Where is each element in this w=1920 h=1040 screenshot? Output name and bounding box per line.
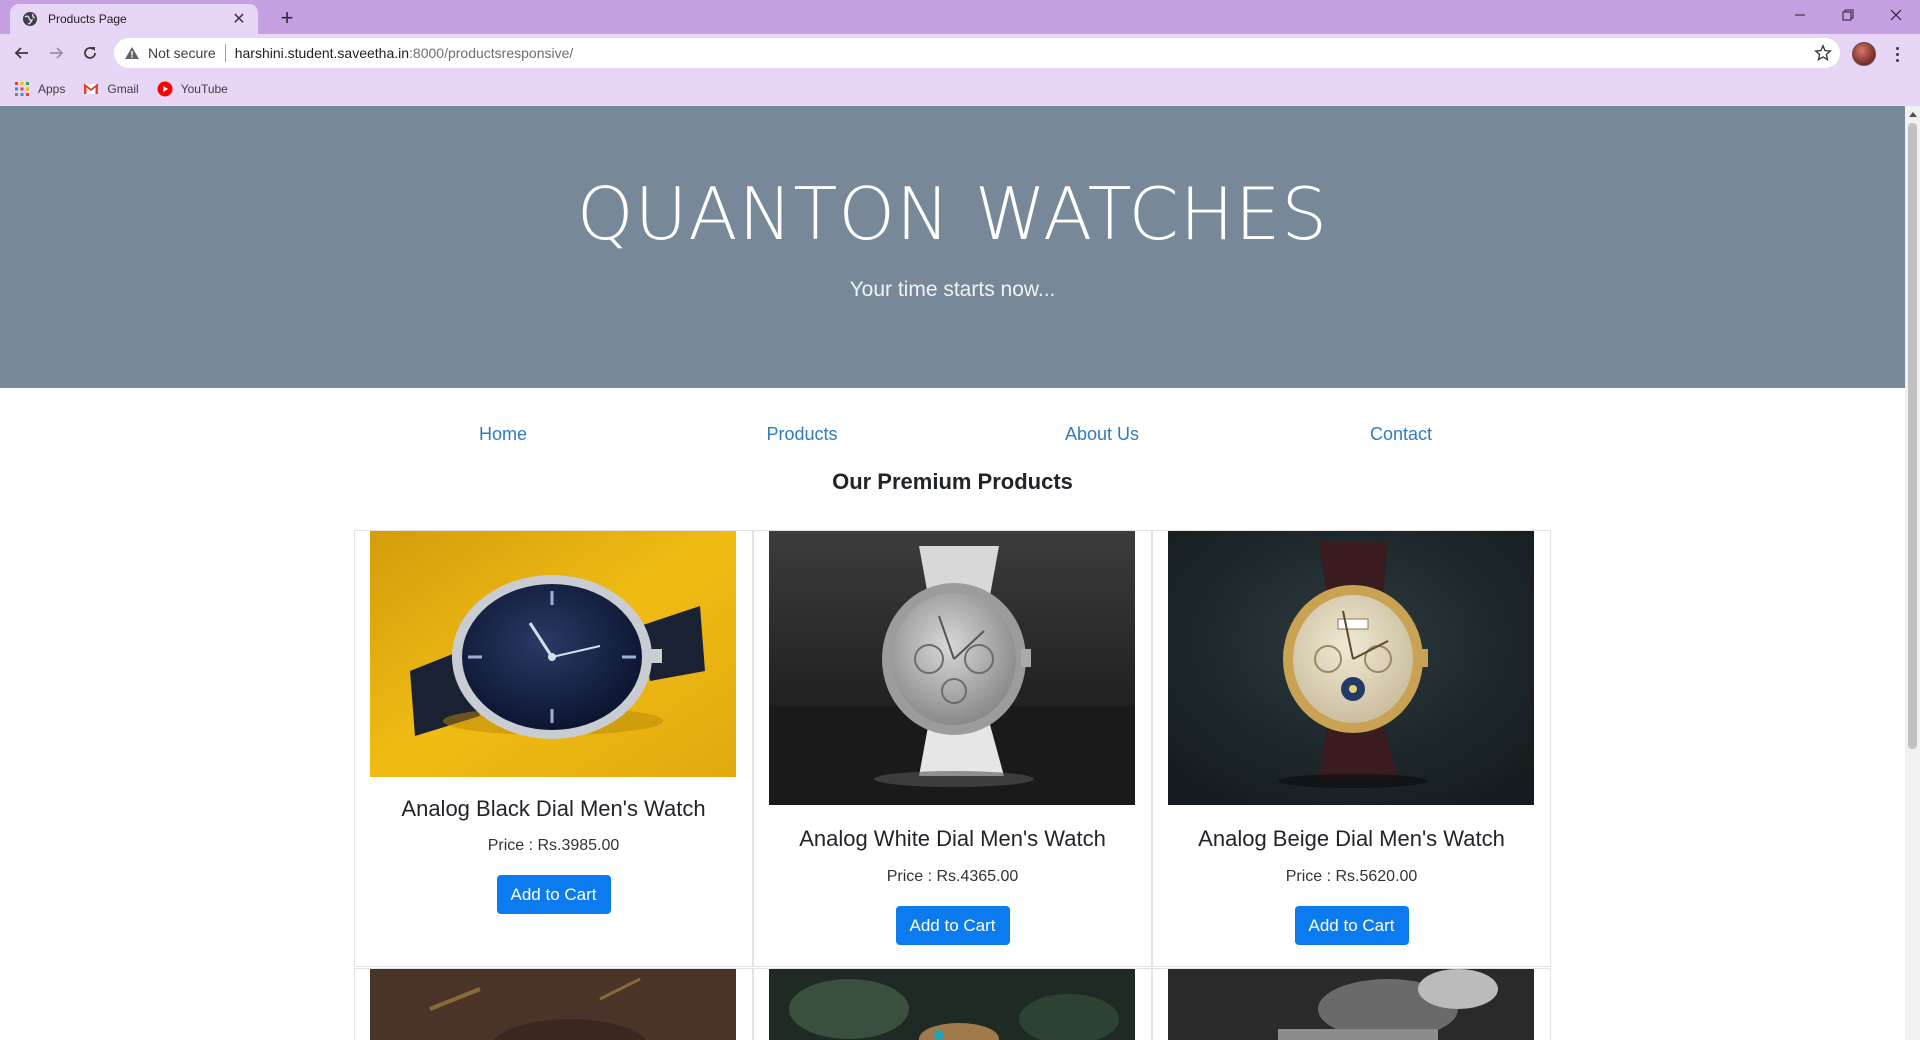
product-image (769, 969, 1135, 1040)
url-path: :8000/productsresponsive/ (409, 45, 574, 61)
bookmark-label: Gmail (107, 82, 139, 96)
add-to-cart-button[interactable]: Add to Cart (1294, 906, 1409, 945)
globe-icon (22, 11, 38, 27)
restore-button[interactable] (1824, 0, 1872, 30)
bookmark-label: YouTube (180, 82, 228, 96)
profile-avatar[interactable] (1852, 42, 1876, 66)
main-nav: Home Products About Us Contact (0, 424, 1905, 454)
product-card: Analog Beige Dial Men's Watch Price : Rs… (1152, 530, 1551, 967)
security-label[interactable]: Not secure (148, 45, 216, 61)
product-name: Analog White Dial Men's Watch (799, 826, 1106, 851)
product-name: Analog Black Dial Men's Watch (401, 796, 706, 821)
product-price: Price : Rs.4365.00 (886, 868, 1019, 885)
nav-link-contact[interactable]: Contact (1251, 424, 1551, 445)
product-name: Analog Beige Dial Men's Watch (1198, 826, 1505, 851)
product-image (1168, 969, 1534, 1040)
minimize-button[interactable] (1776, 0, 1824, 30)
product-card (753, 968, 1152, 1040)
product-image-beige-dial (1168, 531, 1534, 805)
browser-tab[interactable]: Products Page ✕ (10, 4, 258, 34)
page-scrollbar[interactable] (1905, 106, 1920, 1040)
close-window-button[interactable] (1872, 0, 1920, 30)
site-tagline: Your time starts now... (849, 278, 1056, 301)
product-card (354, 968, 753, 1040)
window-controls (1776, 0, 1920, 30)
nav-link-products[interactable]: Products (652, 424, 952, 445)
bookmark-star-icon[interactable] (1814, 44, 1832, 62)
tab-title: Products Page (48, 12, 127, 26)
site-title: QUANTON WATCHES (576, 172, 1329, 256)
scrollbar-thumb[interactable] (1908, 123, 1917, 749)
browser-tabstrip: Products Page ✕ + (0, 0, 1920, 34)
browser-toolbar: Not secure harshini.student.saveetha.in … (0, 34, 1920, 72)
bookmark-youtube[interactable]: YouTube (157, 81, 228, 97)
product-price: Price : Rs.5620.00 (1285, 868, 1418, 885)
gmail-icon (83, 81, 99, 97)
bookmarks-bar: Apps Gmail YouTube (0, 72, 1920, 106)
product-image (370, 969, 736, 1040)
hero-banner: QUANTON WATCHES Your time starts now... (0, 106, 1905, 388)
new-tab-button[interactable]: + (273, 4, 301, 32)
product-card (1152, 968, 1551, 1040)
product-card: Analog White Dial Men's Watch Price : Rs… (753, 530, 1152, 967)
bookmark-gmail[interactable]: Gmail (83, 81, 139, 97)
nav-link-about-us[interactable]: About Us (952, 424, 1252, 445)
product-image-black-dial (370, 531, 736, 777)
address-separator (224, 44, 226, 62)
product-image-white-dial (769, 531, 1135, 805)
section-title: Our Premium Products (832, 469, 1073, 494)
add-to-cart-button[interactable]: Add to Cart (496, 875, 611, 914)
page-viewport: QUANTON WATCHES Your time starts now... … (0, 106, 1905, 1040)
address-bar[interactable]: Not secure harshini.student.saveetha.in … (114, 38, 1840, 68)
nav-link-home[interactable]: Home (353, 424, 653, 445)
warning-icon[interactable] (124, 45, 140, 61)
bookmark-apps[interactable]: Apps (14, 81, 65, 97)
youtube-icon (157, 81, 173, 97)
back-arrow-icon[interactable] (8, 39, 36, 67)
bookmark-label: Apps (38, 82, 66, 96)
product-card: Analog Black Dial Men's Watch Price : Rs… (354, 530, 753, 967)
reload-icon[interactable] (76, 39, 104, 67)
apps-grid-icon (14, 81, 30, 97)
add-to-cart-button[interactable]: Add to Cart (895, 906, 1010, 945)
close-tab-icon[interactable]: ✕ (230, 9, 248, 29)
url-host: harshini.student.saveetha.in (234, 45, 410, 61)
scroll-up-arrow-icon[interactable] (1905, 106, 1920, 121)
forward-arrow-icon[interactable] (42, 39, 70, 67)
product-price: Price : Rs.3985.00 (487, 837, 620, 854)
menu-kebab-icon[interactable] (1886, 42, 1908, 66)
